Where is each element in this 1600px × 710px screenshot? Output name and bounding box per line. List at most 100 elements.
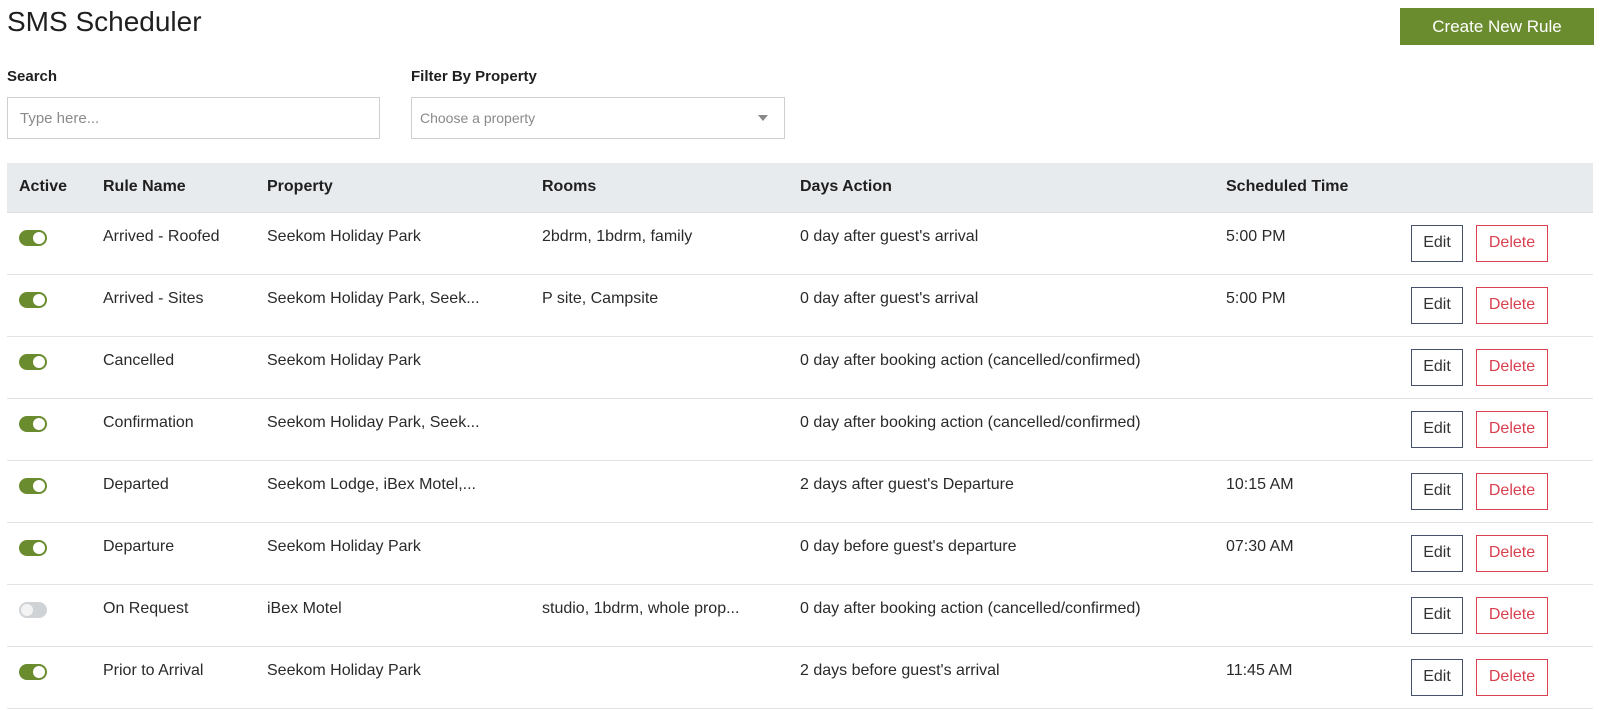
toggle-knob <box>33 479 45 492</box>
active-toggle[interactable] <box>19 291 47 308</box>
toggle-knob <box>33 355 45 368</box>
table-row: Prior to Arrival Seekom Holiday Park 2 day… <box>7 646 1593 708</box>
edit-button[interactable]: Edit <box>1411 596 1463 634</box>
delete-button[interactable]: Delete <box>1476 410 1548 448</box>
active-toggle[interactable] <box>19 539 47 556</box>
property-cell: Seekom Holiday Park <box>267 537 421 555</box>
active-toggle[interactable] <box>19 415 47 432</box>
scheduled-time-cell <box>1214 336 1399 398</box>
property-cell: Seekom Lodge, iBex Motel,... <box>267 475 476 493</box>
edit-button[interactable]: Edit <box>1411 472 1463 510</box>
page-title: SMS Scheduler <box>7 6 202 37</box>
active-toggle[interactable] <box>19 477 47 494</box>
days-action-cell: 0 day after booking action (cancelled/co… <box>800 351 1141 369</box>
column-header-active: Active <box>7 163 91 213</box>
delete-button[interactable]: Delete <box>1476 286 1548 324</box>
delete-button[interactable]: Delete <box>1476 348 1548 386</box>
days-action-cell: 0 day before guest's departure <box>800 537 1017 555</box>
column-header-days-action: Days Action <box>788 163 1214 213</box>
active-cell <box>7 646 91 708</box>
property-cell: Seekom Holiday Park <box>267 227 421 245</box>
table-row: On Request iBex Motel studio, 1bdrm, whole… <box>7 584 1593 646</box>
filter-property-label: Filter By Property <box>411 68 537 85</box>
rooms-cell <box>530 336 788 398</box>
rooms-cell: P site, Campsite <box>542 289 659 307</box>
delete-button[interactable]: Delete <box>1476 658 1548 696</box>
actions-cell: Edit Delete <box>1399 398 1593 460</box>
scheduled-time-cell <box>1214 398 1399 460</box>
actions-cell: Edit Delete <box>1399 274 1593 336</box>
table-row: Arrived - Roofed Seekom Holiday Park 2bdrm… <box>7 212 1593 274</box>
rule-name-cell: Cancelled <box>103 351 175 369</box>
table-row: Confirmation Seekom Holiday Park, Seek...… <box>7 398 1593 460</box>
table-row: Departed Seekom Lodge, iBex Motel,... 2 da… <box>7 460 1593 522</box>
rule-name-cell: Confirmation <box>103 413 194 431</box>
rule-name-cell: On Request <box>103 599 189 617</box>
edit-button[interactable]: Edit <box>1411 286 1463 324</box>
active-cell <box>7 212 91 274</box>
actions-cell: Edit Delete <box>1399 212 1593 274</box>
edit-button[interactable]: Edit <box>1411 410 1463 448</box>
toggle-knob <box>33 293 45 306</box>
delete-button[interactable]: Delete <box>1476 224 1548 262</box>
toggle-knob <box>33 417 45 430</box>
column-header-rooms: Rooms <box>530 163 788 213</box>
property-select[interactable]: Choose a property <box>411 97 785 139</box>
active-cell <box>7 460 91 522</box>
scheduled-time-cell: 10:15 AM <box>1226 475 1294 493</box>
active-cell <box>7 274 91 336</box>
rule-name-cell: Arrived - Sites <box>103 289 204 307</box>
actions-cell: Edit Delete <box>1399 522 1593 584</box>
rule-name-cell: Departed <box>103 475 169 493</box>
column-header-actions <box>1399 163 1593 213</box>
property-cell: Seekom Holiday Park <box>267 351 421 369</box>
edit-button[interactable]: Edit <box>1411 658 1463 696</box>
toggle-knob <box>33 541 45 554</box>
active-toggle[interactable] <box>19 663 47 680</box>
days-action-cell: 0 day after guest's arrival <box>800 227 979 245</box>
active-toggle[interactable] <box>19 229 47 246</box>
edit-button[interactable]: Edit <box>1411 348 1463 386</box>
days-action-cell: 0 day after guest's arrival <box>800 289 979 307</box>
rooms-cell <box>530 460 788 522</box>
table-row: Cancelled Seekom Holiday Park 0 day after … <box>7 336 1593 398</box>
active-toggle[interactable] <box>19 353 47 370</box>
column-header-property: Property <box>255 163 530 213</box>
days-action-cell: 2 days before guest's arrival <box>800 661 1000 679</box>
actions-cell: Edit Delete <box>1399 584 1593 646</box>
days-action-cell: 0 day after booking action (cancelled/co… <box>800 599 1141 617</box>
delete-button[interactable]: Delete <box>1476 596 1548 634</box>
rooms-cell <box>530 398 788 460</box>
property-cell: iBex Motel <box>267 599 342 617</box>
scheduled-time-cell: 5:00 PM <box>1226 289 1286 307</box>
rule-name-cell: Departure <box>103 537 175 555</box>
scheduled-time-cell: 07:30 AM <box>1226 537 1294 555</box>
active-toggle[interactable] <box>19 601 47 618</box>
actions-cell: Edit Delete <box>1399 460 1593 522</box>
scheduled-time-cell: 11:45 AM <box>1226 661 1293 679</box>
rooms-cell: 2bdrm, 1bdrm, family <box>542 227 693 245</box>
edit-button[interactable]: Edit <box>1411 534 1463 572</box>
active-cell <box>7 584 91 646</box>
search-input[interactable] <box>7 97 380 139</box>
actions-cell: Edit Delete <box>1399 336 1593 398</box>
property-select-placeholder: Choose a property <box>420 110 536 126</box>
toggle-knob <box>21 603 33 616</box>
rooms-cell <box>530 646 788 708</box>
days-action-cell: 2 days after guest's Departure <box>800 475 1014 493</box>
property-cell: Seekom Holiday Park, Seek... <box>267 413 480 431</box>
edit-button[interactable]: Edit <box>1411 224 1463 262</box>
column-header-scheduled-time: Scheduled Time <box>1214 163 1399 213</box>
rooms-cell <box>530 522 788 584</box>
rule-name-cell: Prior to Arrival <box>103 661 204 679</box>
delete-button[interactable]: Delete <box>1476 472 1548 510</box>
table-header-row: Active Rule Name Property Rooms Days Act… <box>7 163 1593 213</box>
toggle-knob <box>33 665 45 678</box>
rooms-cell: studio, 1bdrm, whole prop... <box>542 599 740 617</box>
search-label: Search <box>7 68 58 85</box>
column-header-rule-name: Rule Name <box>91 163 255 213</box>
table-row: Arrived - Sites Seekom Holiday Park, Seek… <box>7 274 1593 336</box>
scheduled-time-cell <box>1214 584 1399 646</box>
delete-button[interactable]: Delete <box>1476 534 1548 572</box>
create-new-rule-button[interactable]: Create New Rule <box>1400 8 1594 45</box>
